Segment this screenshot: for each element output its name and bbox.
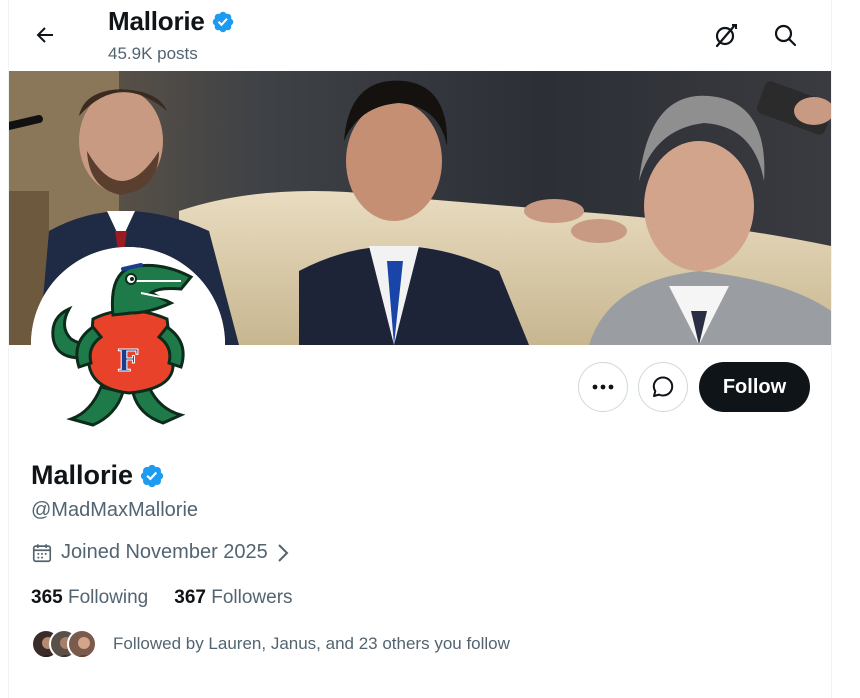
followers-label: Followers [211, 587, 293, 608]
header-name: Mallorie [108, 6, 205, 36]
profile-display-name: Mallorie [31, 460, 134, 490]
follow-counts: 365 Following 367 Followers [31, 587, 293, 609]
followed-by-text: Followed by Lauren, Janus, and 23 others… [113, 634, 510, 653]
joined-label: Joined November 2025 [61, 541, 268, 563]
profile-name: Mallorie [31, 460, 165, 491]
profile-handle: @MadMaxMallorie [31, 499, 199, 521]
search-button[interactable] [767, 17, 803, 53]
back-button[interactable] [27, 17, 63, 53]
following-label: Following [67, 587, 149, 608]
grok-button[interactable] [708, 17, 744, 53]
gator-mascot-avatar: F [31, 247, 225, 441]
message-bubble-icon [652, 376, 674, 397]
verified-badge-icon[interactable] [139, 463, 165, 489]
search-icon [774, 24, 797, 47]
followed-by-avatars [31, 629, 97, 659]
followed-by-row[interactable]: Followed by Lauren, Janus, and 23 others… [31, 629, 510, 659]
joined-date[interactable]: Joined November 2025 [31, 541, 290, 564]
svg-text:F: F [117, 344, 138, 379]
message-button[interactable] [638, 362, 688, 412]
chevron-right-icon [278, 543, 289, 562]
follower-avatar [67, 629, 97, 659]
grok-slash-icon [715, 23, 737, 48]
follow-button[interactable]: Follow [699, 362, 810, 412]
profile-avatar[interactable]: F [31, 247, 225, 441]
following-link[interactable]: 365 Following [31, 587, 148, 609]
calendar-icon [32, 543, 52, 562]
following-count: 365 [31, 587, 63, 608]
header-title: Mallorie [108, 6, 235, 37]
more-dots-icon [592, 384, 614, 390]
followers-count: 367 [174, 587, 206, 608]
verified-badge-icon [212, 11, 233, 32]
post-count: 45.9K posts [108, 44, 198, 63]
followers-link[interactable]: 367 Followers [174, 587, 292, 609]
more-options-button[interactable] [578, 362, 628, 412]
profile-page: Mallorie 45.9K posts F Follow Mallorie @… [8, 0, 832, 698]
arrow-left-icon [36, 27, 53, 43]
top-bar: Mallorie 45.9K posts [9, 0, 831, 71]
